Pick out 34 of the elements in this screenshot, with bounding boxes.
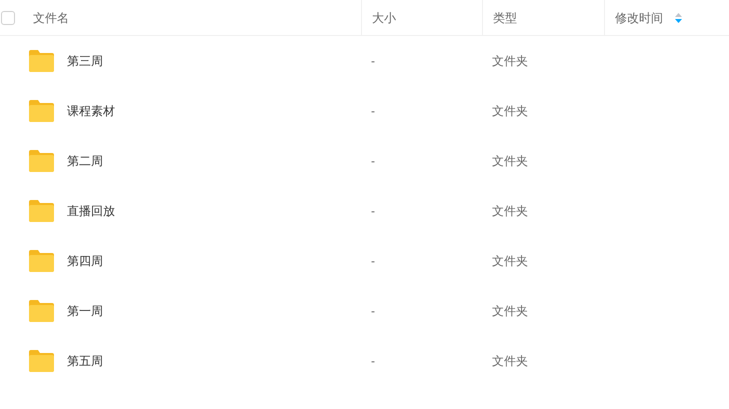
file-type: 文件夹	[492, 254, 528, 268]
file-name[interactable]: 课程素材	[67, 102, 115, 120]
file-name[interactable]: 第四周	[67, 252, 103, 270]
folder-icon	[29, 300, 54, 322]
file-size: -	[371, 54, 375, 68]
file-size: -	[371, 204, 375, 218]
file-size: -	[371, 254, 375, 268]
column-header[interactable]: 类型	[493, 8, 517, 26]
file-type: 文件夹	[492, 354, 528, 368]
file-type: 文件夹	[492, 304, 528, 318]
file-name[interactable]: 第二周	[67, 152, 103, 170]
sort-icon[interactable]	[675, 12, 682, 22]
folder-icon	[29, 150, 54, 172]
column-header[interactable]: 文件名	[33, 8, 69, 26]
folder-icon	[29, 350, 54, 372]
folder-icon	[29, 50, 54, 72]
folder-icon	[29, 200, 54, 222]
file-name[interactable]: 第五周	[67, 352, 103, 370]
file-size: -	[371, 354, 375, 368]
file-type: 文件夹	[492, 104, 528, 118]
file-name[interactable]: 直播回放	[67, 202, 115, 220]
file-name[interactable]: 第三周	[67, 52, 103, 70]
file-type: 文件夹	[492, 154, 528, 168]
file-size: -	[371, 304, 375, 318]
file-type: 文件夹	[492, 54, 528, 68]
file-type: 文件夹	[492, 204, 528, 218]
column-header[interactable]: 修改时间	[615, 8, 663, 26]
folder-icon	[29, 250, 54, 272]
folder-icon	[29, 100, 54, 122]
select-all-checkbox[interactable]	[1, 10, 15, 24]
column-header[interactable]: 大小	[372, 8, 396, 26]
file-name[interactable]: 第一周	[67, 302, 103, 320]
file-size: -	[371, 154, 375, 168]
file-size: -	[371, 104, 375, 118]
